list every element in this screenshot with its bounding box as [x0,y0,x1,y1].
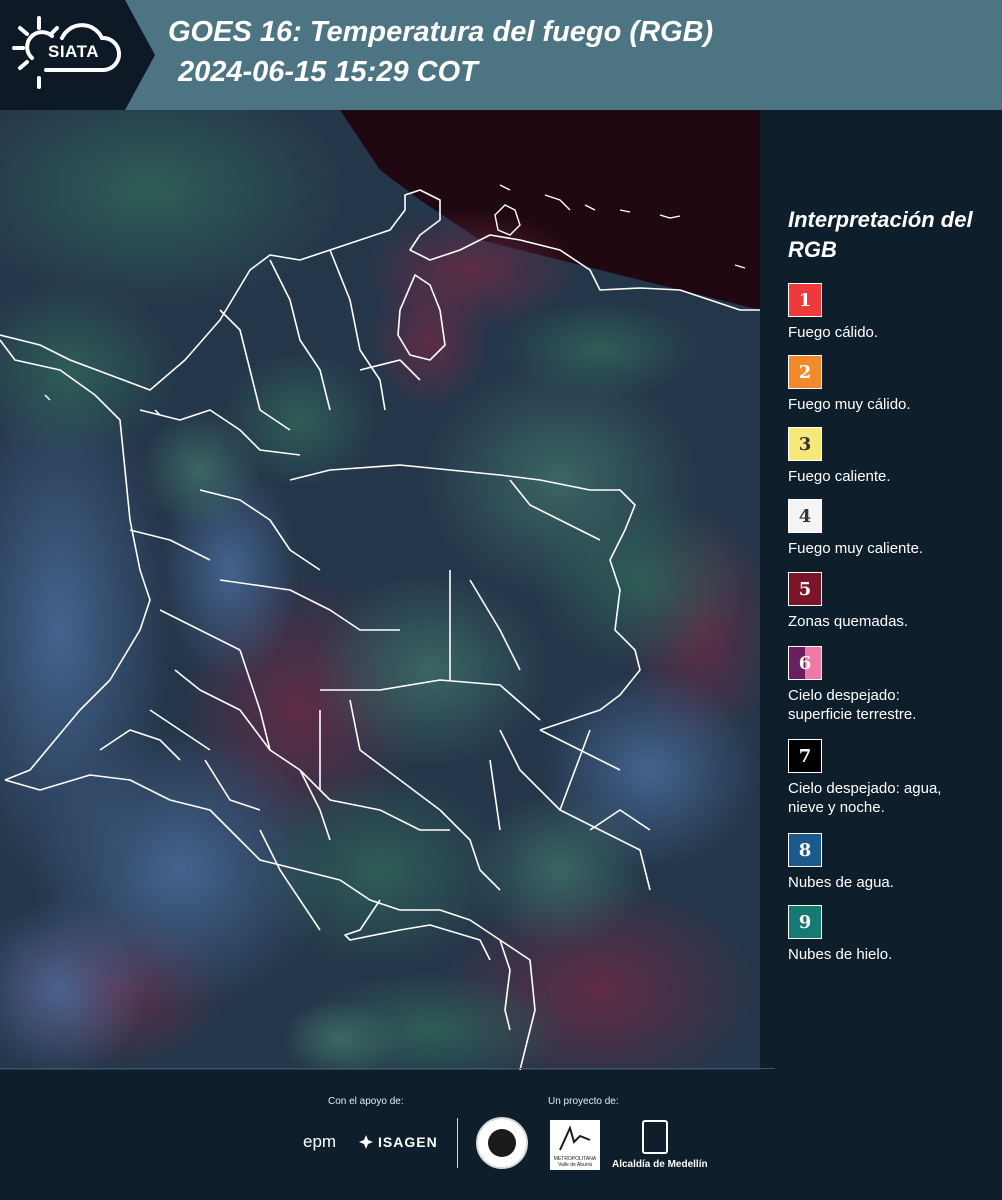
legend-label: Fuego caliente. [788,468,891,485]
legend-title: Interpretación del RGB [788,207,973,262]
footer-divider-line [0,1068,775,1069]
header-bar: SIATA GOES 16: Temperatura del fuego (RG… [0,0,1002,110]
legend-number: 4 [798,505,812,527]
legend-item-4: 4 Fuego muy caliente. [788,499,993,558]
legend-label: Nubes de hielo. [788,946,893,963]
legend-item-2: 2 Fuego muy cálido. [788,355,993,414]
legend-number: 3 [798,433,812,455]
legend-swatch: 4 [788,499,822,533]
legend-number: 5 [798,578,812,600]
satellite-map[interactable] [0,110,760,1070]
legend-label: Cielo despejado: agua, nieve y noche. [788,780,942,816]
legend-swatch: 3 [788,427,822,461]
logo-text: SIATA [48,42,99,61]
area-metropolitana-logo: METROPOLITANA Valle de Aburrá [550,1120,600,1170]
legend-swatch: 5 [788,572,822,606]
legend-item-1: 1 Fuego cálido. [788,283,993,342]
area-logo-text: METROPOLITANA Valle de Aburrá [553,1156,597,1168]
legend-number: 6 [798,652,812,674]
legend-number: 2 [798,361,812,383]
legend-label: Zonas quemadas. [788,613,909,630]
legend-label: Fuego cálido. [788,324,879,341]
seal-emblem-icon [488,1129,516,1157]
legend-number: 1 [798,289,812,311]
legend-swatch: 1 [788,283,822,317]
legend-item-9: 9 Nubes de hielo. [788,905,993,964]
page-timestamp: 2024-06-15 15:29 COT [178,56,478,88]
satellite-image [0,110,760,1070]
page-title: GOES 16: Temperatura del fuego (RGB) [168,16,714,48]
alcaldia-text: Alcaldía de Medellín [612,1159,708,1170]
legend-item-3: 3 Fuego caliente. [788,427,993,486]
legend-item-7: 7 Cielo despejado: agua, nieve y noche. [788,739,993,817]
legend-swatch: 6 [788,646,822,680]
legend-label: Nubes de agua. [788,874,894,891]
legend-number: 9 [798,911,812,933]
isagen-icon [359,1135,373,1149]
legend-number: 8 [798,839,812,861]
rgb-legend: Interpretación del RGB [788,205,993,265]
legend-swatch: 8 [788,833,822,867]
footer-vertical-divider [457,1118,458,1168]
medellin-shield-icon [642,1120,668,1154]
legend-number: 7 [798,745,812,767]
legend-swatch: 9 [788,905,822,939]
project-caption: Un proyecto de: [548,1096,619,1107]
legend-swatch: 7 [788,739,822,773]
support-caption: Con el apoyo de: [328,1096,404,1107]
isagen-logo: ISAGEN [378,1134,438,1150]
siata-logo: SIATA [0,0,155,110]
legend-swatch: 2 [788,355,822,389]
legend-label: Fuego muy cálido. [788,396,911,413]
epm-logo: epm [303,1132,337,1151]
legend-item-8: 8 Nubes de agua. [788,833,993,892]
legend-label: Cielo despejado: superficie terrestre. [788,687,917,723]
area-script-icon [559,1125,591,1151]
university-seal-icon [476,1117,528,1169]
legend-label: Fuego muy caliente. [788,540,924,557]
legend-item-6: 6 Cielo despejado: superficie terrestre. [788,646,993,724]
legend-item-5: 5 Zonas quemadas. [788,572,993,631]
